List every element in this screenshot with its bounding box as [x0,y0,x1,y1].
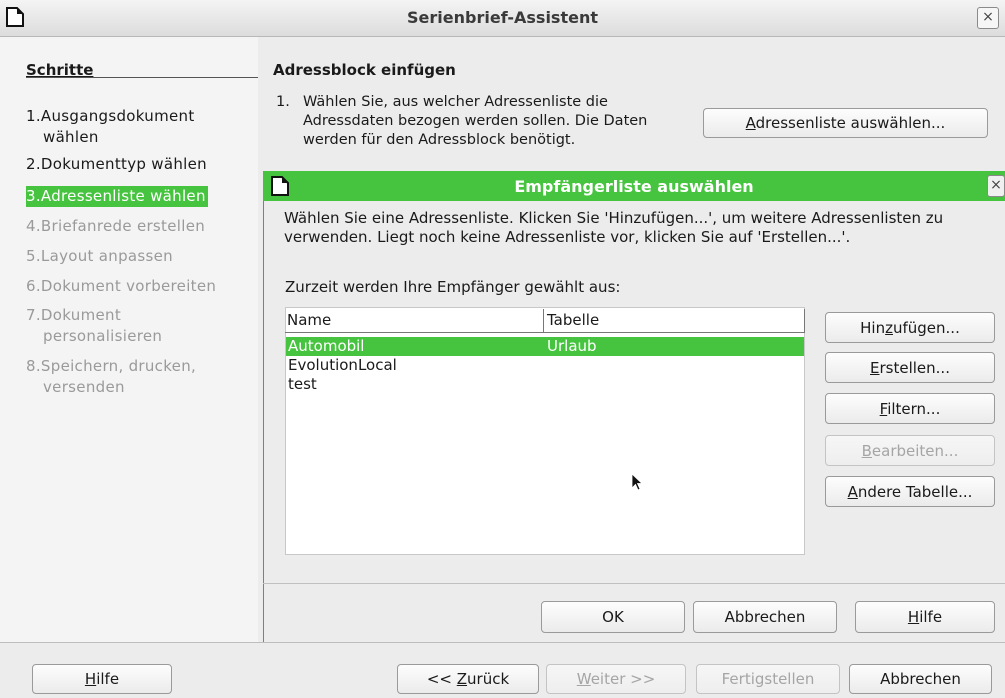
column-header-name[interactable]: Name [287,311,331,329]
mouse-cursor-icon [631,473,645,497]
create-button[interactable]: Erstellen... [825,352,995,383]
dialog-ok-button[interactable]: OK [541,601,685,633]
add-button[interactable]: Hinzufügen... [825,312,995,343]
window-close-icon[interactable]: × [977,7,999,29]
list-header: Name Tabelle [285,309,805,333]
step-1[interactable]: 1.Ausgangsdokument wählen [26,106,195,148]
step-8-number: 8. [26,357,41,375]
list-item-name: Automobil [288,337,365,355]
step-2[interactable]: 2.Dokumenttyp wählen [26,154,207,175]
step-2-label: Dokumenttyp wählen [40,155,207,173]
step-1-number: 1. [26,107,41,125]
step-1-label: Ausgangsdokument [40,107,195,125]
step-3-label: Adressenliste wählen [40,187,206,205]
window-title: Serienbrief-Assistent [407,8,598,27]
dialog-title: Empfängerliste auswählen [514,177,754,196]
footer-divider [0,642,1005,643]
current-source-label: Zurzeit werden Ihre Empfänger gewählt au… [285,278,621,296]
column-separator-end [804,309,805,332]
step-instruction: 1. Wählen Sie, aus welcher Adressenliste… [276,93,696,150]
list-item-evolutionlocal[interactable]: EvolutionLocal [286,356,804,375]
step-4-label: Briefanrede erstellen [40,217,206,235]
step-7-label-line2: personalisieren [43,327,163,345]
dialog-divider [263,583,1005,584]
dialog-cancel-button[interactable]: Abbrechen [693,601,837,633]
column-separator[interactable] [543,309,544,332]
step-5-number: 5. [26,247,41,265]
step-8: 8.Speichern, drucken, versenden [26,356,196,398]
step-5-label: Layout anpassen [40,247,173,265]
step-2-number: 2. [26,155,41,173]
step-4: 4.Briefanrede erstellen [26,216,205,237]
step-7-number: 7. [26,306,41,324]
step-6: 6.Dokument vorbereiten [26,276,216,297]
list-item-name: EvolutionLocal [288,356,397,374]
back-button[interactable]: << Zurück [397,664,539,694]
instruction-number: 1. [276,94,290,110]
list-item-automobil[interactable]: Automobil Urlaub [286,337,804,356]
step-8-label: Speichern, drucken, [40,357,197,375]
instruction-text: Wählen Sie, aus welcher Adressenliste di… [303,94,648,148]
dialog-help-button[interactable]: Hilfe [855,601,995,633]
list-item-test[interactable]: test [286,375,804,394]
step-6-number: 6. [26,277,41,295]
window-titlebar: Serienbrief-Assistent × [0,0,1005,37]
header-underline [285,332,805,333]
dialog-titlebar: Empfängerliste auswählen × [263,171,1005,201]
column-header-table[interactable]: Tabelle [547,311,599,329]
page-title: Adressblock einfügen [273,61,456,79]
finish-button: Fertigstellen [696,664,840,694]
step-3-number: 3. [26,187,41,205]
edit-button: Bearbeiten... [825,435,995,466]
step-8-label-line2: versenden [43,378,125,396]
step-7: 7.Dokument personalisieren [26,305,162,347]
cancel-button[interactable]: Abbrechen [849,664,992,694]
step-6-label: Dokument vorbereiten [40,277,217,295]
step-1-label-line2: wählen [43,128,99,146]
select-address-list-button[interactable]: Adressenliste auswählen... [703,108,988,138]
steps-divider [26,77,258,78]
next-button: Weiter >> [546,664,686,694]
list-item-table: Urlaub [547,337,597,355]
dialog-description: Wählen Sie eine Adressenliste. Klicken S… [284,209,944,246]
other-table-button[interactable]: Andere Tabelle... [825,476,995,507]
step-4-number: 4. [26,217,41,235]
step-5: 5.Layout anpassen [26,246,173,267]
filter-button[interactable]: Filtern... [825,393,995,424]
list-item-name: test [288,375,317,393]
dialog-close-icon[interactable]: × [987,175,1005,197]
step-7-label: Dokument [40,306,122,324]
step-3[interactable]: 3.Adressenliste wählen [26,186,208,207]
help-button[interactable]: Hilfe [32,664,172,694]
